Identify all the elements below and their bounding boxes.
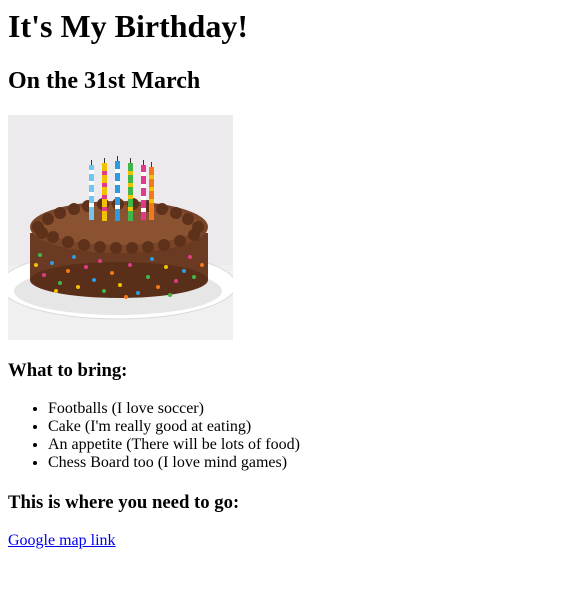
page-title: It's My Birthday! <box>8 8 248 44</box>
bring-list: Footballs (I love soccer) Cake (I'm real… <box>8 400 553 472</box>
list-item: An appetite (There will be lots of food) <box>48 436 553 454</box>
birthday-cake-image <box>8 115 233 340</box>
list-item: Footballs (I love soccer) <box>48 400 553 418</box>
page-content: It's My Birthday! On the 31st March What… <box>8 0 553 550</box>
list-item: Chess Board too (I love mind games) <box>48 454 553 472</box>
date-heading: On the 31st March <box>8 68 201 94</box>
directions-heading: This is where you need to go: <box>8 492 240 513</box>
list-item: Cake (I'm really good at eating) <box>48 418 553 436</box>
bring-heading: What to bring: <box>8 360 128 381</box>
google-map-link[interactable]: Google map link <box>8 532 116 550</box>
